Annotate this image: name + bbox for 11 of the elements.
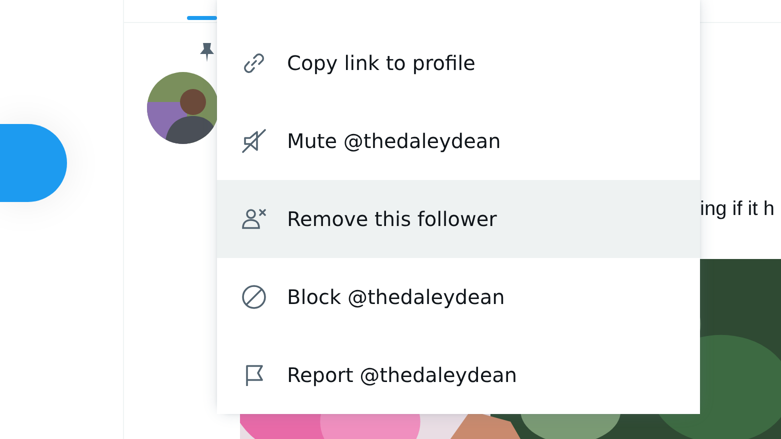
- menu-item[interactable]: Copy link to profile: [217, 24, 700, 102]
- muted-speaker-icon: [241, 128, 267, 154]
- menu-item[interactable]: Remove this follower: [217, 180, 700, 258]
- menu-item[interactable]: Report @thedaleydean: [217, 336, 700, 414]
- remove-user-icon: [241, 206, 267, 232]
- block-icon: [241, 284, 267, 310]
- menu-item[interactable]: Block @thedaleydean: [217, 258, 700, 336]
- tab-indicator: [187, 16, 217, 20]
- pill-button[interactable]: [0, 124, 67, 202]
- tweet-text: ing if it h: [700, 197, 776, 221]
- menu-item[interactable]: Mute @thedaleydean: [217, 102, 700, 180]
